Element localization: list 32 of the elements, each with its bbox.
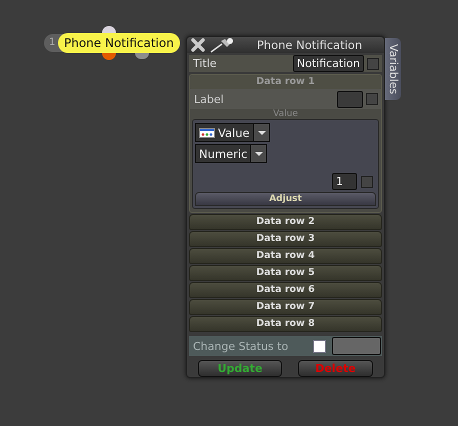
color-swatch[interactable] — [337, 90, 363, 108]
number-field[interactable]: 1 — [332, 173, 357, 190]
section-header[interactable]: Data row 5 — [189, 265, 382, 282]
section-header[interactable]: Data row 4 — [189, 248, 382, 264]
port-icon[interactable] — [102, 53, 116, 60]
pin-icon[interactable] — [209, 37, 235, 53]
panel-title: Phone Notification — [256, 38, 364, 52]
field-label: Title — [193, 57, 218, 70]
value-icon — [199, 128, 215, 138]
section-header[interactable]: Data row 6 — [189, 282, 382, 298]
caret-icon — [250, 145, 266, 162]
checkbox[interactable] — [313, 340, 326, 353]
type-dropdown[interactable]: Numeric — [195, 144, 268, 164]
variables-tab[interactable]: Variables — [385, 38, 401, 100]
adjust-button[interactable]: Adjust — [195, 192, 376, 206]
title-field[interactable]: Notification — [292, 55, 364, 72]
close-icon[interactable] — [191, 38, 205, 52]
checkbox[interactable] — [361, 176, 373, 188]
port-icon[interactable] — [135, 53, 149, 59]
status-field[interactable] — [332, 337, 381, 356]
checkbox[interactable] — [367, 58, 379, 70]
value-heading: Value — [272, 109, 299, 120]
node-label[interactable]: Phone Notification — [58, 33, 180, 53]
caret-icon — [252, 124, 269, 142]
checkbox[interactable] — [366, 93, 378, 106]
section-header[interactable]: Data row 3 — [189, 231, 382, 248]
section-header[interactable]: Data row 7 — [189, 299, 382, 316]
section-header[interactable]: Data row 8 — [189, 316, 382, 332]
value-dropdown[interactable]: Value — [195, 123, 270, 142]
section-header[interactable]: Data row 2 — [189, 214, 382, 230]
port-icon[interactable] — [102, 26, 116, 33]
status-label: Change Status to — [193, 340, 290, 353]
